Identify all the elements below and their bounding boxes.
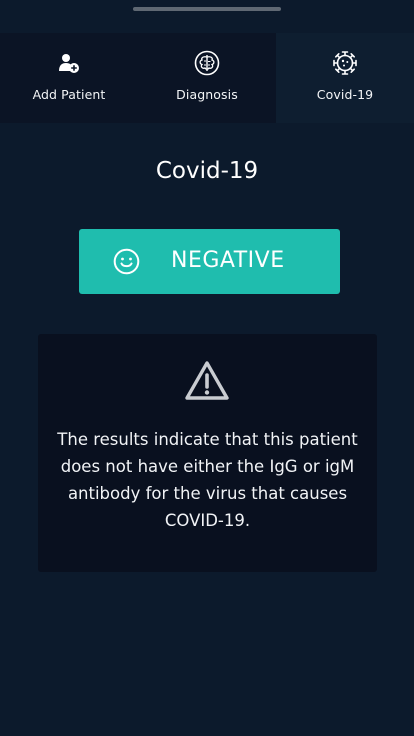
smile-icon (113, 248, 140, 275)
tab-covid-19[interactable]: Covid-19 (276, 33, 414, 123)
status-area (0, 0, 414, 33)
tab-bar: Add Patient Diagnosis Covid-19 (0, 33, 414, 123)
tab-label: Covid-19 (316, 87, 374, 102)
add-patient-icon (55, 49, 83, 77)
result-info-card: The results indicate that this patient d… (38, 334, 377, 572)
tab-label: Diagnosis (176, 87, 238, 102)
virus-icon (331, 49, 359, 77)
brain-icon (193, 49, 221, 77)
result-message: The results indicate that this patient d… (57, 430, 358, 530)
drag-handle[interactable] (133, 7, 281, 11)
tab-add-patient[interactable]: Add Patient (0, 33, 138, 123)
tab-label: Add Patient (32, 87, 106, 102)
page-title: Covid-19 (155, 158, 259, 184)
warning-icon (184, 360, 230, 402)
result-label: NEGATIVE (171, 248, 285, 273)
tab-diagnosis[interactable]: Diagnosis (138, 33, 276, 123)
result-negative-button[interactable]: NEGATIVE (79, 229, 340, 294)
